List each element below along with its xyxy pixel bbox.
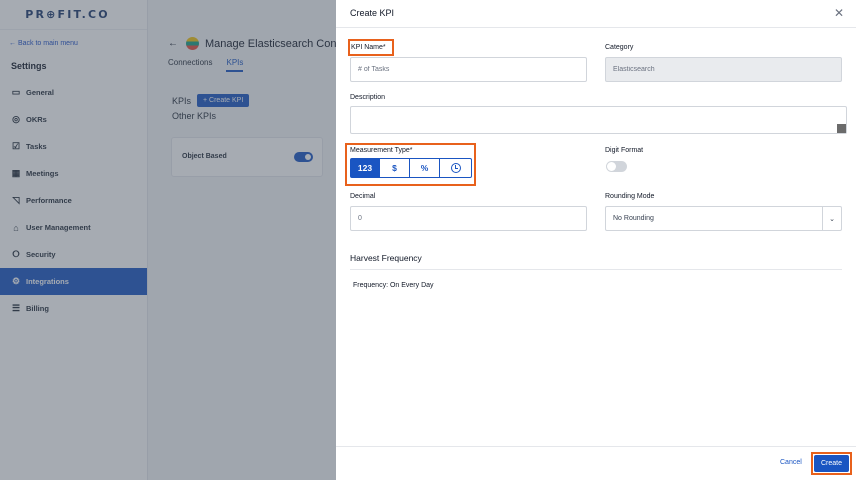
measurement-number-option[interactable]: 123: [350, 158, 380, 178]
create-button[interactable]: Create: [814, 455, 849, 472]
category-field: [605, 57, 842, 82]
harvest-frequency-title: Harvest Frequency: [350, 253, 422, 263]
footer-divider: [336, 446, 856, 447]
create-kpi-drawer: Create KPI ✕ KPI Name* Category Descript…: [336, 0, 856, 480]
measurement-type-label: Measurement Type*: [350, 147, 413, 154]
rounding-mode-select[interactable]: No Rounding ⌄: [605, 206, 842, 231]
frequency-text: Frequency: On Every Day: [353, 282, 434, 289]
kpi-name-input[interactable]: [350, 57, 587, 82]
close-icon[interactable]: ✕: [834, 6, 844, 20]
measurement-percent-option[interactable]: %: [410, 158, 440, 178]
kpi-name-label: KPI Name*: [351, 44, 386, 51]
divider: [350, 269, 842, 270]
resize-handle-icon[interactable]: [837, 124, 846, 133]
rounding-mode-label: Rounding Mode: [605, 193, 655, 200]
digit-format-toggle[interactable]: [606, 161, 627, 172]
modal-overlay[interactable]: [0, 0, 336, 480]
chevron-down-icon[interactable]: ⌄: [822, 207, 841, 230]
digit-format-label: Digit Format: [605, 147, 644, 154]
clock-icon: [450, 163, 461, 173]
drawer-header: Create KPI ✕: [336, 0, 856, 28]
measurement-currency-option[interactable]: $: [380, 158, 410, 178]
rounding-mode-value: No Rounding: [613, 215, 654, 222]
decimal-label: Decimal: [350, 193, 376, 200]
measurement-time-option[interactable]: [440, 158, 472, 178]
decimal-input[interactable]: [350, 206, 587, 231]
cancel-button[interactable]: Cancel: [780, 459, 802, 466]
measurement-type-selector: 123 $ %: [350, 158, 472, 178]
drawer-title: Create KPI: [350, 8, 395, 18]
description-textarea[interactable]: [350, 106, 847, 134]
description-label: Description: [350, 94, 386, 101]
category-label: Category: [605, 44, 634, 51]
